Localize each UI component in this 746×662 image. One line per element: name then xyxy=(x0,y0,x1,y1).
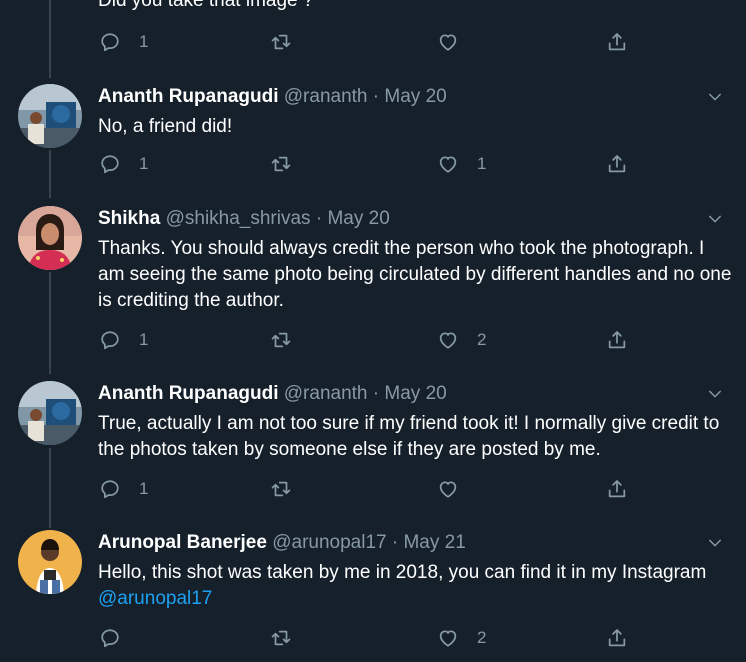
retweet-button[interactable] xyxy=(270,477,310,501)
share-icon xyxy=(608,480,626,498)
share-button[interactable] xyxy=(606,477,628,501)
retweet-button[interactable] xyxy=(270,626,310,650)
tweet-header: Ananth Rupanagudi @rananth · May 20 xyxy=(98,84,447,110)
tweet-header: Arunopal Banerjee @arunopal17 · May 21 xyxy=(98,530,466,556)
display-name[interactable]: Arunopal Banerjee xyxy=(98,532,267,553)
retweet-icon xyxy=(271,156,291,172)
retweet-icon xyxy=(271,34,291,50)
retweet-icon xyxy=(271,630,291,646)
user-handle[interactable]: @arunopal17 xyxy=(272,532,386,553)
retweet-icon xyxy=(271,481,291,497)
tweet-text-content: Hello, this shot was taken by me in 2018… xyxy=(98,562,707,583)
display-name[interactable]: Ananth Rupanagudi xyxy=(98,86,278,107)
like-count: 2 xyxy=(477,628,487,647)
separator-dot: · xyxy=(391,532,399,553)
tweet-date[interactable]: May 20 xyxy=(384,383,446,404)
reply-button[interactable] xyxy=(99,626,139,650)
reply-count: 1 xyxy=(139,479,149,498)
reply-icon xyxy=(101,33,119,52)
like-button[interactable]: 2 xyxy=(437,626,486,650)
share-button[interactable] xyxy=(606,152,628,176)
user-handle[interactable]: @shikha_shrivas xyxy=(166,208,311,229)
share-button[interactable] xyxy=(606,30,628,54)
reply-icon xyxy=(101,629,119,648)
tweet-header: Ananth Rupanagudi @rananth · May 20 xyxy=(98,381,447,407)
tweet[interactable]: Arunopal Banerjee @arunopal17 · May 21 H… xyxy=(0,530,746,662)
like-button[interactable]: 2 xyxy=(437,328,486,352)
tweet-actions: 1 2 xyxy=(0,328,746,352)
reply-icon xyxy=(101,480,119,499)
separator-dot: · xyxy=(315,208,323,229)
share-icon xyxy=(608,155,626,173)
tweet-actions: 1 xyxy=(0,477,746,501)
tweet-text: Thanks. You should always credit the per… xyxy=(98,238,732,311)
tweet-actions: 1 1 xyxy=(0,152,746,176)
tweet[interactable]: Ananth Rupanagudi @rananth · May 20 No, … xyxy=(0,84,746,194)
chevron-down-icon[interactable] xyxy=(706,210,724,228)
like-button[interactable] xyxy=(437,30,477,54)
share-icon xyxy=(608,331,626,349)
tweet-date[interactable]: May 20 xyxy=(384,86,446,107)
tweet-date[interactable]: May 20 xyxy=(327,208,389,229)
retweet-button[interactable] xyxy=(270,328,310,352)
tweet[interactable]: Shikha @shikha_shrivas · May 20 Thanks. … xyxy=(0,206,746,364)
avatar[interactable] xyxy=(18,530,82,594)
reply-button[interactable]: 1 xyxy=(99,30,148,54)
tweet-text: Hello, this shot was taken by me in 2018… xyxy=(98,560,734,612)
share-icon xyxy=(608,33,626,51)
like-icon xyxy=(439,332,457,349)
tweet[interactable]: Ananth Rupanagudi @rananth · May 20 True… xyxy=(0,381,746,511)
tweet-text: Did you take that image ? xyxy=(98,0,314,11)
reply-icon xyxy=(101,331,119,350)
conversation-timeline: Did you take that image ? 1 Ananth Rupan… xyxy=(0,0,746,662)
tweet-text: True, actually I am not too sure if my f… xyxy=(98,413,720,460)
tweet-actions: 1 xyxy=(0,30,746,54)
like-icon xyxy=(439,34,457,51)
like-button[interactable]: 1 xyxy=(437,152,486,176)
tweet-header: Shikha @shikha_shrivas · May 20 xyxy=(98,206,390,232)
tweet-actions: 2 xyxy=(0,626,746,650)
display-name[interactable]: Ananth Rupanagudi xyxy=(98,383,278,404)
tweet-date[interactable]: May 21 xyxy=(403,532,465,553)
avatar[interactable] xyxy=(18,381,82,445)
like-button[interactable] xyxy=(437,477,477,501)
separator-dot: · xyxy=(372,86,380,107)
user-handle[interactable]: @rananth xyxy=(284,383,368,404)
retweet-button[interactable] xyxy=(270,152,310,176)
like-count: 1 xyxy=(477,154,487,173)
retweet-button[interactable] xyxy=(270,30,310,54)
avatar[interactable] xyxy=(18,206,82,270)
reply-count: 1 xyxy=(139,330,149,349)
reply-button[interactable]: 1 xyxy=(99,477,148,501)
reply-icon xyxy=(101,155,119,174)
like-count: 2 xyxy=(477,330,487,349)
reply-button[interactable]: 1 xyxy=(99,328,148,352)
like-icon xyxy=(439,481,457,498)
display-name[interactable]: Shikha xyxy=(98,208,160,229)
reply-button[interactable]: 1 xyxy=(99,152,148,176)
tweet-partial[interactable]: Did you take that image ? 1 xyxy=(0,0,746,60)
tweet-text: No, a friend did! xyxy=(98,116,233,137)
user-handle[interactable]: @rananth xyxy=(284,86,368,107)
share-button[interactable] xyxy=(606,328,628,352)
reply-count: 1 xyxy=(139,32,149,51)
like-icon xyxy=(439,630,457,647)
separator-dot: · xyxy=(372,383,380,404)
like-icon xyxy=(439,156,457,173)
reply-count: 1 xyxy=(139,154,149,173)
mention-link[interactable]: @arunopal17 xyxy=(98,588,212,609)
chevron-down-icon[interactable] xyxy=(706,385,724,403)
chevron-down-icon[interactable] xyxy=(706,88,724,106)
share-button[interactable] xyxy=(606,626,628,650)
retweet-icon xyxy=(271,332,291,348)
chevron-down-icon[interactable] xyxy=(706,534,724,552)
avatar[interactable] xyxy=(18,84,82,148)
share-icon xyxy=(608,629,626,647)
